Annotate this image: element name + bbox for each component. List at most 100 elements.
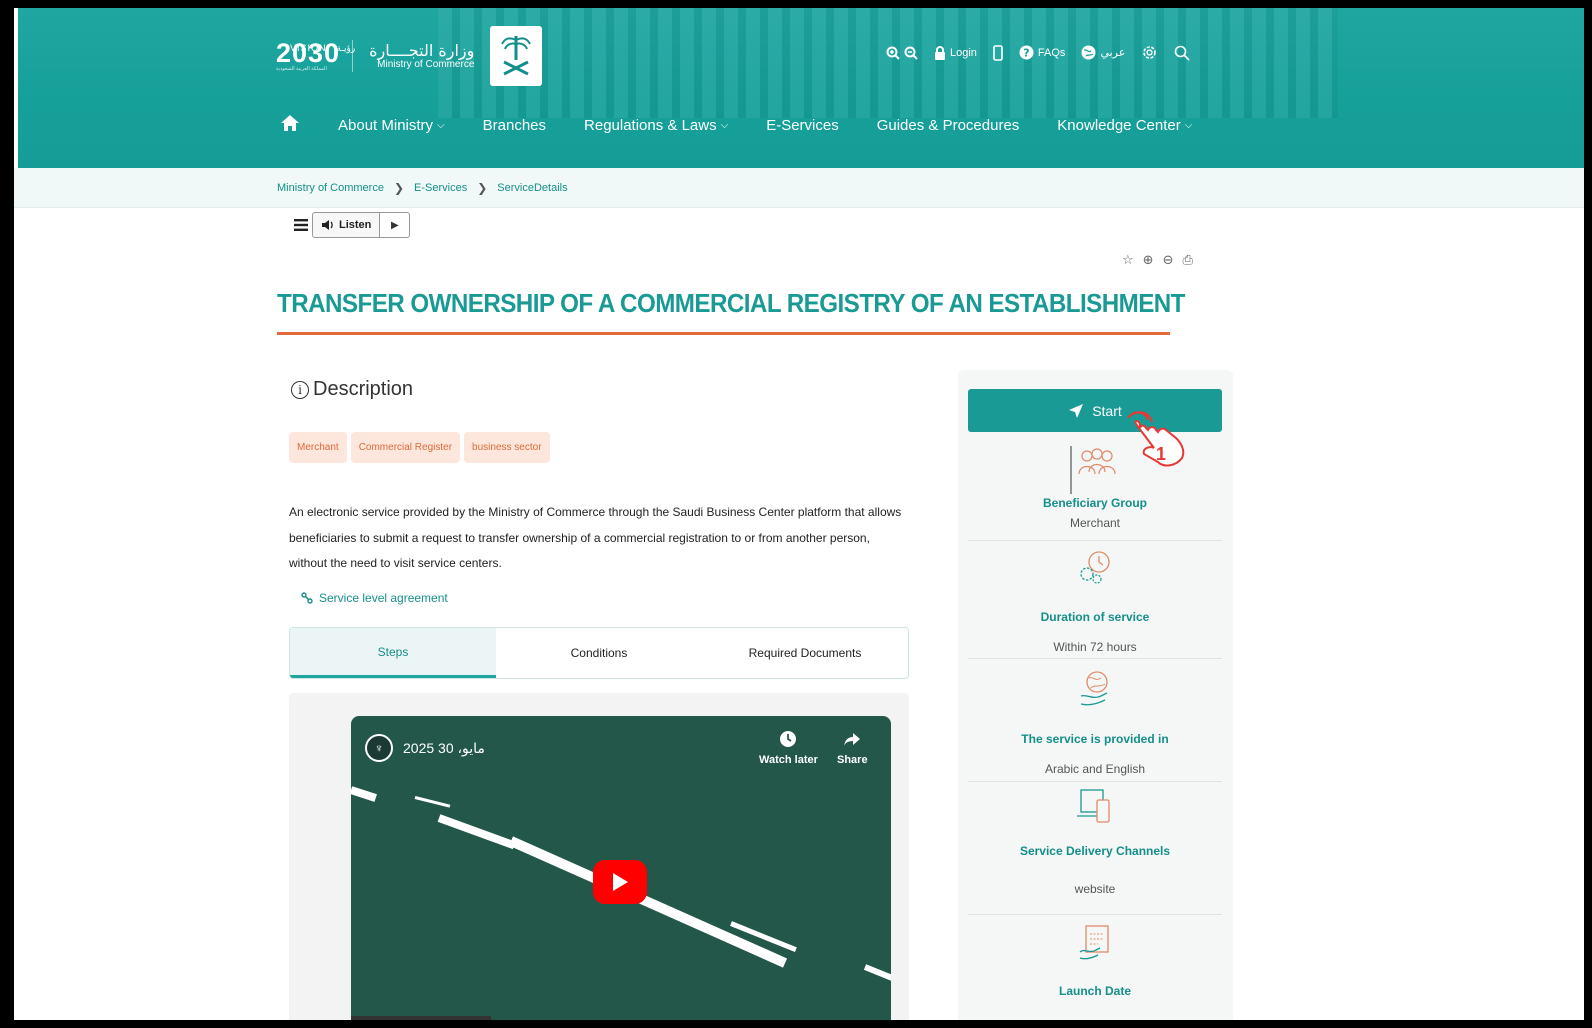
breadcrumb-home[interactable]: Ministry of Commerce bbox=[277, 182, 384, 194]
service-tabs: Steps Conditions Required Documents bbox=[289, 627, 909, 679]
sla-link[interactable]: Service level agreement bbox=[301, 591, 448, 605]
breadcrumb: Ministry of Commerce ❯ E-Services ❯ Serv… bbox=[14, 168, 1584, 208]
globe-hand-icon bbox=[968, 666, 1222, 710]
breadcrumb-e-services[interactable]: E-Services bbox=[414, 182, 467, 194]
tab-conditions[interactable]: Conditions bbox=[496, 628, 702, 678]
zoom-in-icon[interactable] bbox=[886, 46, 918, 60]
title-underline bbox=[277, 332, 1170, 335]
divider bbox=[968, 540, 1222, 541]
language-label: عربي bbox=[1100, 47, 1126, 59]
tutorial-pointer: 1 bbox=[1106, 404, 1188, 487]
link-icon bbox=[301, 592, 313, 604]
tag-list: Merchant Commercial Register business se… bbox=[289, 432, 550, 463]
languages-label: The service is provided in bbox=[1021, 732, 1169, 746]
video-header: ♆ مايو، 30 2025 bbox=[365, 734, 485, 762]
channels-value: website bbox=[1074, 882, 1116, 896]
page-tools: ☆ ⊕ ⊖ ⎙ bbox=[1122, 252, 1193, 268]
channels-block: Service Delivery Channels website bbox=[968, 788, 1222, 896]
language-button[interactable]: عربي bbox=[1081, 45, 1125, 60]
tab-steps[interactable]: Steps bbox=[290, 628, 496, 678]
listen-label: Listen bbox=[339, 219, 372, 231]
navigation-arrow-icon bbox=[1069, 403, 1084, 418]
beneficiary-group-label: Beneficiary Group bbox=[1042, 496, 1148, 510]
chevron-down-icon: ⌵ bbox=[1184, 119, 1193, 131]
lock-icon bbox=[935, 45, 945, 60]
tag-business-sector[interactable]: business sector bbox=[464, 432, 550, 463]
share-button[interactable]: Share bbox=[837, 730, 868, 766]
tag-commercial-register[interactable]: Commercial Register bbox=[350, 432, 461, 463]
description-text: An electronic service provided by the Mi… bbox=[289, 505, 902, 570]
print-icon[interactable]: ⎙ bbox=[1182, 252, 1192, 268]
devices-icon bbox=[968, 788, 1222, 824]
duration-block: Duration of service Within 72 hours bbox=[968, 548, 1222, 654]
chevron-down-icon: ⌵ bbox=[720, 119, 729, 131]
tab-required-documents[interactable]: Required Documents bbox=[702, 628, 908, 678]
header-toolbar: Login ? FAQs عربي bbox=[886, 44, 1190, 61]
nav-regulations-laws[interactable]: Regulations & Laws ⌵ bbox=[584, 117, 728, 134]
settings-icon[interactable] bbox=[1141, 44, 1158, 61]
page-title: TRANSFER OWNERSHIP OF A COMMERCIAL REGIS… bbox=[277, 288, 1185, 318]
listen-widget: Listen ▶ bbox=[290, 212, 411, 238]
logo-group[interactable]: VISION رؤيـة 2030 المملكة العربية السعود… bbox=[276, 26, 543, 86]
login-label: Login bbox=[950, 46, 977, 59]
divider bbox=[968, 781, 1222, 782]
video-progress-bar[interactable] bbox=[351, 1016, 491, 1020]
ministry-logo-text: وزارة التجــــارة Ministry of Commerce bbox=[369, 40, 475, 71]
zoom-in-icon[interactable]: ⊕ bbox=[1143, 252, 1154, 268]
nav-guides-procedures[interactable]: Guides & Procedures bbox=[877, 117, 1020, 134]
globe-icon bbox=[1081, 45, 1096, 60]
saudi-emblem-icon bbox=[490, 26, 543, 86]
video-player[interactable]: ♆ مايو، 30 2025 Watch later Share bbox=[351, 716, 891, 1020]
nav-branches[interactable]: Branches bbox=[483, 117, 546, 134]
channel-avatar-icon[interactable]: ♆ bbox=[365, 734, 393, 762]
speaker-icon bbox=[322, 220, 333, 230]
site-header: VISION رؤيـة 2030 المملكة العربية السعود… bbox=[18, 8, 1584, 168]
home-icon[interactable] bbox=[280, 114, 300, 136]
video-graphic bbox=[437, 814, 516, 850]
question-icon: ? bbox=[1019, 45, 1034, 60]
calendar-icon bbox=[968, 922, 1222, 960]
video-title[interactable]: مايو، 30 2025 bbox=[403, 740, 485, 757]
nav-about-ministry[interactable]: About Ministry ⌵ bbox=[338, 117, 445, 134]
clock-gear-icon bbox=[968, 548, 1222, 588]
info-icon: i bbox=[291, 380, 309, 399]
video-graphic bbox=[351, 786, 377, 802]
chevron-down-icon: ⌵ bbox=[437, 119, 445, 131]
tag-merchant[interactable]: Merchant bbox=[289, 432, 347, 463]
zoom-out-icon[interactable]: ⊖ bbox=[1163, 252, 1174, 268]
duration-value: Within 72 hours bbox=[1053, 640, 1137, 654]
login-button[interactable]: Login bbox=[934, 45, 977, 60]
mobile-icon[interactable] bbox=[993, 44, 1003, 61]
chevron-right-icon: ❯ bbox=[477, 180, 488, 195]
svg-text:?: ? bbox=[1023, 47, 1029, 60]
nav-e-services[interactable]: E-Services bbox=[766, 117, 839, 134]
duration-label: Duration of service bbox=[1040, 610, 1150, 624]
breadcrumb-current: ServiceDetails bbox=[497, 181, 568, 194]
share-icon bbox=[844, 733, 861, 746]
channels-label: Service Delivery Channels bbox=[1019, 844, 1171, 858]
search-icon[interactable] bbox=[1174, 45, 1190, 61]
launch-date-label: Launch Date bbox=[1058, 984, 1131, 998]
zoom-out-icon bbox=[904, 46, 918, 60]
listen-button[interactable]: Listen bbox=[312, 212, 381, 238]
video-graphic bbox=[863, 964, 891, 982]
chevron-right-icon: ❯ bbox=[393, 180, 405, 195]
watch-later-button[interactable]: Watch later bbox=[759, 730, 818, 766]
faqs-label: FAQs bbox=[1037, 46, 1066, 59]
video-graphic bbox=[508, 836, 788, 968]
languages-block: The service is provided in Arabic and En… bbox=[968, 666, 1222, 776]
menu-icon[interactable] bbox=[290, 212, 312, 238]
nav-knowledge-center[interactable]: Knowledge Center ⌵ bbox=[1057, 117, 1192, 134]
languages-value: Arabic and English bbox=[1044, 762, 1146, 776]
youtube-play-icon[interactable] bbox=[593, 860, 647, 904]
favorite-star-icon[interactable]: ☆ bbox=[1122, 252, 1134, 268]
clock-icon bbox=[780, 731, 797, 747]
beneficiary-group-value: Merchant bbox=[1069, 516, 1121, 530]
launch-date-block: Launch Date bbox=[968, 922, 1222, 998]
faqs-button[interactable]: ? FAQs bbox=[1019, 45, 1066, 60]
divider bbox=[968, 914, 1222, 915]
main-nav: About Ministry ⌵ Branches Regulations & L… bbox=[280, 114, 1192, 136]
play-icon[interactable]: ▶ bbox=[380, 212, 411, 238]
divider bbox=[968, 658, 1222, 659]
video-graphic bbox=[414, 796, 451, 808]
